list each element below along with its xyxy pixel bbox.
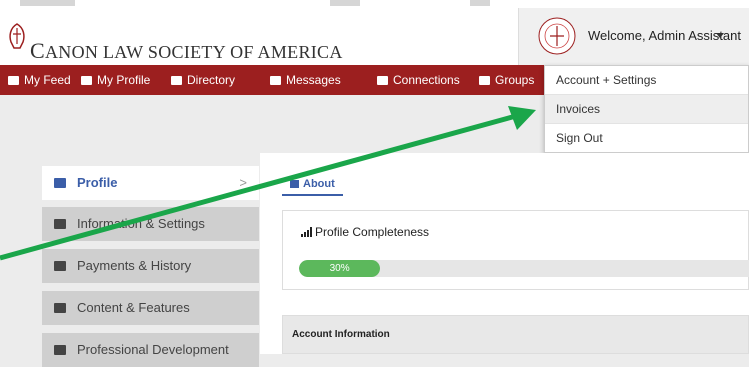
- menu-sign-out[interactable]: Sign Out: [545, 124, 748, 153]
- tab-about[interactable]: About: [282, 172, 343, 196]
- profile-completeness-card: Profile Completeness 30%: [282, 210, 749, 290]
- gears-icon: [54, 219, 66, 229]
- user-menu-toggle[interactable]: Welcome, Admin Assistant: [518, 8, 749, 65]
- site-logo-text[interactable]: CANON LAW SOCIETY OF AMERICA: [30, 38, 343, 64]
- sidebar-item-professional-development[interactable]: Professional Development: [42, 333, 259, 367]
- society-emblem-icon[interactable]: [6, 22, 28, 50]
- completeness-title: Profile Completeness: [301, 225, 429, 239]
- profile-icon: [81, 76, 92, 85]
- table-icon: [54, 303, 66, 313]
- profile-icon: [54, 178, 66, 188]
- money-icon: [54, 261, 66, 271]
- account-information-label: Account Information: [292, 329, 390, 340]
- nav-directory[interactable]: Directory: [171, 65, 235, 95]
- sidebar-item-profile[interactable]: Profile >: [42, 166, 259, 200]
- account-information-header[interactable]: Account Information: [282, 315, 749, 354]
- nav-my-feed[interactable]: My Feed: [8, 65, 71, 95]
- nav-messages[interactable]: Messages: [270, 65, 341, 95]
- nav-groups[interactable]: Groups: [479, 65, 534, 95]
- top-strip: [0, 0, 749, 8]
- chevron-right-icon: >: [239, 175, 247, 190]
- signal-bars-icon: [301, 227, 312, 237]
- nav-connections[interactable]: Connections: [377, 65, 460, 95]
- add-user-icon: [377, 76, 388, 85]
- profile-progress-bar: 30%: [299, 260, 749, 277]
- sidebar-item-information-settings[interactable]: Information & Settings: [42, 207, 259, 241]
- user-dropdown-menu: Account + Settings Invoices Sign Out: [544, 65, 749, 153]
- group-icon: [479, 76, 490, 85]
- search-icon: [171, 76, 182, 85]
- progress-fill: 30%: [299, 260, 381, 277]
- menu-invoices[interactable]: Invoices: [545, 95, 748, 124]
- seal-avatar-icon: [538, 17, 576, 55]
- id-card-icon: [290, 180, 299, 188]
- sidebar-item-content-features[interactable]: Content & Features: [42, 291, 259, 325]
- menu-account-settings[interactable]: Account + Settings: [545, 66, 748, 95]
- feed-icon: [8, 76, 19, 85]
- nav-my-profile[interactable]: My Profile: [81, 65, 150, 95]
- inbox-icon: [270, 76, 281, 85]
- sidebar-item-payments-history[interactable]: Payments & History: [42, 249, 259, 283]
- caret-down-icon[interactable]: [716, 33, 724, 38]
